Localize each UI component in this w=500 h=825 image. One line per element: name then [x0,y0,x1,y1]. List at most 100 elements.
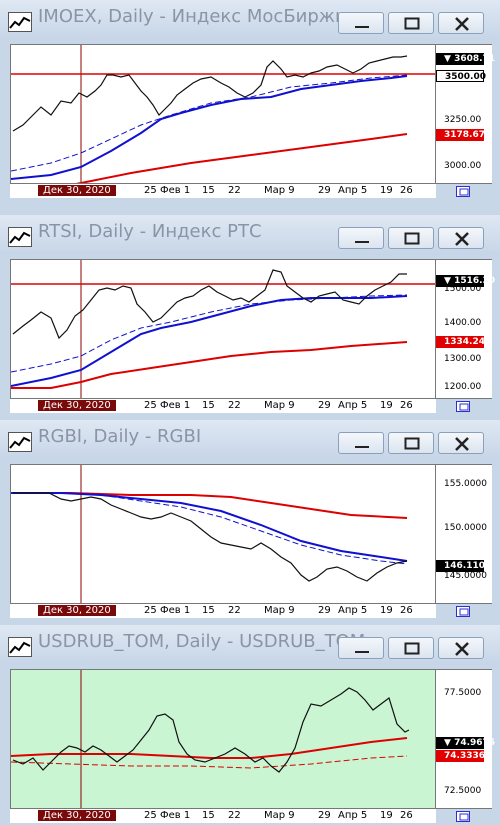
maximize-icon [404,232,420,245]
time-label: Фев 1 [160,185,191,196]
scroll-to-end-button[interactable] [456,401,470,412]
time-label: 29 [318,185,331,196]
maximize-button[interactable] [388,432,434,454]
price-chart [11,260,435,398]
maximize-button[interactable] [388,227,434,249]
time-label: Апр 5 [338,400,368,411]
time-label: 19 [380,810,393,821]
time-label: 15 [202,605,215,616]
minimize-icon [355,26,369,28]
maximize-icon [404,437,420,450]
last-price-badge: ▼ 1516.30 [436,275,495,287]
minimize-button[interactable] [338,637,384,659]
ma-dashed-line [11,74,408,172]
minimize-icon [355,446,369,448]
chart-window-usdrub: USDRUB_TOM, Daily - USDRUB_TOM 77.5000 7… [0,625,500,825]
chart-app-icon [8,432,32,452]
chart-plot-area[interactable] [10,464,436,604]
price-label: 3000.00 [444,161,482,171]
minimize-button[interactable] [338,227,384,249]
last-price-badge: ▼ 74.9675 [436,737,495,749]
last-price-badge: ▼ 3608.71 [436,53,495,65]
time-label: 22 [228,810,241,821]
time-label: Фев 1 [160,605,191,616]
time-label: 26 [400,810,413,821]
price-scale: 77.5000 72.5000 ▼ 74.9675 74.3336 [436,669,495,809]
ma-value-badge: 3178.67 [436,129,485,141]
price-chart [11,670,410,808]
ma-value-badge: 74.3336 [436,750,485,762]
chart-window-imoex: IMOEX, Daily - Индекс МосБиржи 3250.00 3… [0,0,500,200]
title-bar[interactable]: RTSI, Daily - Индекс РТС [0,215,500,255]
ma-fast-line [11,492,408,562]
chart-plot-area[interactable] [10,259,436,399]
minimize-button[interactable] [338,432,384,454]
ma-dashed-line [11,492,408,565]
time-label: Апр 5 [338,605,368,616]
time-label-highlighted: Дек 30, 2020 [38,810,116,821]
scroll-to-end-icon [459,188,469,196]
minimize-button[interactable] [338,12,384,34]
window-title: RTSI, Daily - Индекс РТС [38,221,262,242]
ma-dashed-line [11,294,408,373]
time-label-highlighted: Дек 30, 2020 [38,400,116,411]
price-candles-line [12,55,408,132]
price-label: 72.5000 [444,786,482,796]
time-label: 15 [202,400,215,411]
window-title: USDRUB_TOM, Daily - USDRUB_TOM [38,631,366,652]
time-label: 19 [380,185,393,196]
time-label: Фев 1 [160,400,191,411]
time-scale: Дек 30, 2020 25 Фев 1 15 22 Мар 9 29 Апр… [10,184,436,198]
time-label: Фев 1 [160,810,191,821]
time-scale: Дек 30, 2020 25 Фев 1 15 22 Мар 9 29 Апр… [10,809,436,823]
time-label: 29 [318,605,331,616]
minimize-icon [355,651,369,653]
time-label: 22 [228,185,241,196]
title-bar[interactable]: RGBI, Daily - RGBI [0,420,500,460]
close-button[interactable] [438,637,484,659]
price-scale: 3250.00 3000.00 ▼ 3608.71 3500.00 3178.6… [436,44,495,184]
price-label: 1400.00 [444,318,482,328]
title-bar[interactable]: USDRUB_TOM, Daily - USDRUB_TOM [0,625,500,665]
close-button[interactable] [438,12,484,34]
time-label: 25 [144,400,157,411]
ma-fast-line [11,295,408,387]
chart-app-icon [8,227,32,247]
time-label: 25 [144,810,157,821]
time-scale: Дек 30, 2020 25 Фев 1 15 22 Мар 9 29 Апр… [10,604,436,618]
chart-window-rgbi: RGBI, Daily - RGBI 155.0000 150.0000 145… [0,420,500,620]
scroll-to-end-icon [459,608,469,616]
close-button[interactable] [438,227,484,249]
scroll-to-end-button[interactable] [456,186,470,197]
time-label: 22 [228,400,241,411]
ma-fast-line [11,75,408,180]
chart-plot-area[interactable] [10,44,436,184]
price-candles-line [12,687,410,773]
time-label: 29 [318,400,331,411]
scroll-to-end-button[interactable] [456,606,470,617]
price-label: 145.0000 [444,571,487,581]
time-label: 15 [202,810,215,821]
price-chart [11,465,408,603]
chart-plot-area[interactable] [10,669,436,809]
time-scale: Дек 30, 2020 25 Фев 1 15 22 Мар 9 29 Апр… [10,399,436,413]
time-label: Мар 9 [264,400,295,411]
time-label: Мар 9 [264,605,295,616]
chart-app-icon [8,12,32,32]
price-scale: 155.0000 150.0000 145.0000 146.1100 [436,464,492,604]
time-label: 29 [318,810,331,821]
time-label: 15 [202,185,215,196]
price-scale: 1500.00 1400.00 1300.00 1200.00 ▼ 1516.3… [436,259,495,399]
time-label: Мар 9 [264,185,295,196]
scroll-to-end-button[interactable] [456,811,470,822]
time-label: 26 [400,605,413,616]
maximize-button[interactable] [388,637,434,659]
price-label: 155.0000 [444,479,487,489]
close-button[interactable] [438,432,484,454]
title-bar[interactable]: IMOEX, Daily - Индекс МосБиржи [0,0,500,40]
time-label: 25 [144,185,157,196]
time-label: 19 [380,605,393,616]
maximize-button[interactable] [388,12,434,34]
close-icon [455,17,469,31]
price-label: 1300.00 [444,354,482,364]
